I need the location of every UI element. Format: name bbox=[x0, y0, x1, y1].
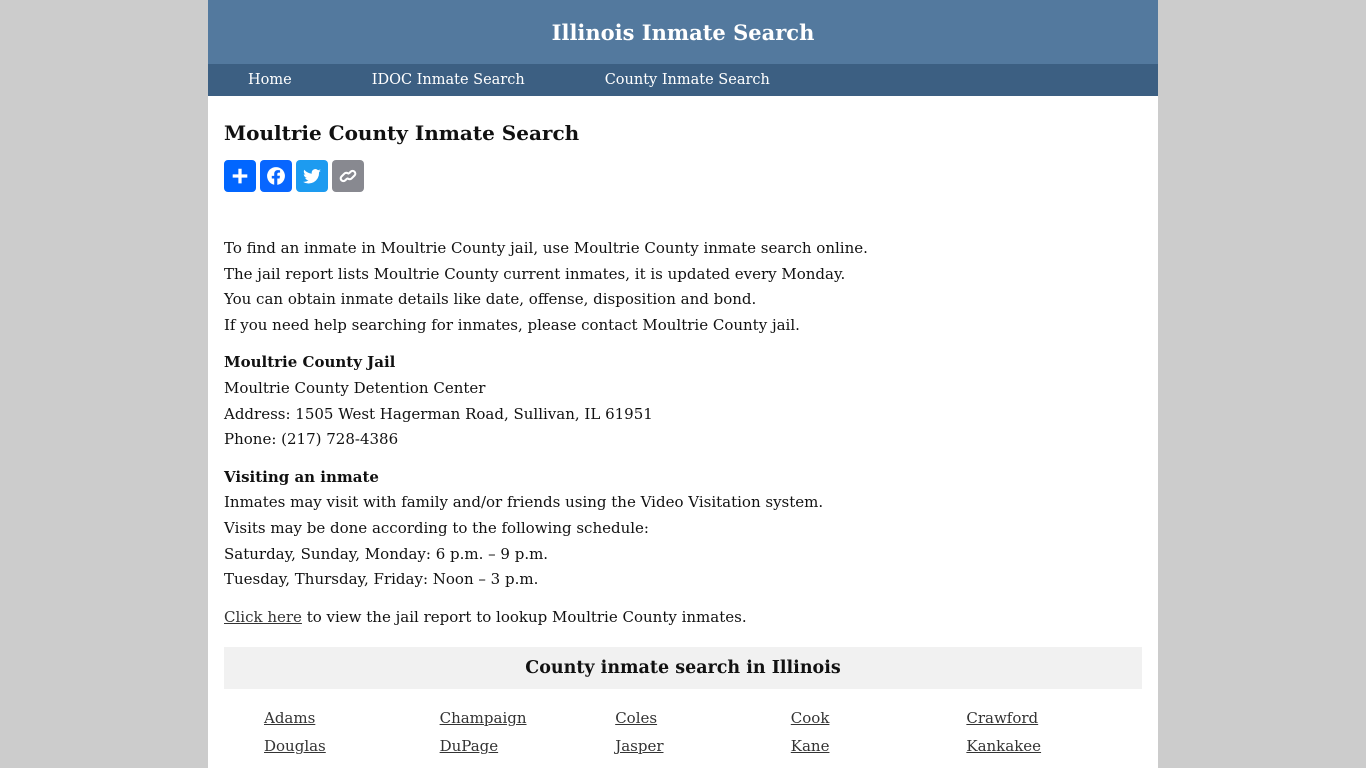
page-container: Illinois Inmate Search Home IDOC Inmate … bbox=[208, 0, 1158, 768]
intro-text: To find an inmate in Moultrie County jai… bbox=[224, 236, 1142, 338]
jail-name: Moultrie County Detention Center bbox=[224, 378, 486, 397]
county-section-header: County inmate search in Illinois bbox=[224, 647, 1142, 690]
intro-line: If you need help searching for inmates, … bbox=[224, 315, 800, 334]
jail-report-cta: Click here to view the jail report to lo… bbox=[224, 605, 1142, 631]
twitter-icon bbox=[303, 169, 321, 184]
site-title[interactable]: Illinois Inmate Search bbox=[552, 20, 815, 45]
jail-info: Moultrie County Jail Moultrie County Det… bbox=[224, 350, 1142, 452]
county-link-champaign[interactable]: Champaign bbox=[440, 706, 616, 732]
visiting-line: Saturday, Sunday, Monday: 6 p.m. – 9 p.m… bbox=[224, 544, 549, 563]
county-section-title: County inmate search in Illinois bbox=[525, 657, 841, 678]
site-header: Illinois Inmate Search bbox=[208, 0, 1158, 64]
intro-line: To find an inmate in Moultrie County jai… bbox=[224, 239, 868, 257]
county-links: Adams Champaign Coles Cook Crawford Doug… bbox=[224, 689, 1142, 760]
visiting-info: Visiting an inmate Inmates may visit wit… bbox=[224, 465, 1142, 593]
jail-phone: Phone: (217) 728-4386 bbox=[224, 430, 399, 449]
main-nav: Home IDOC Inmate Search County Inmate Se… bbox=[208, 64, 1158, 96]
share-buttons bbox=[224, 160, 1142, 192]
plus-icon bbox=[232, 168, 248, 184]
county-link-kane[interactable]: Kane bbox=[791, 734, 967, 760]
county-link-kankakee[interactable]: Kankakee bbox=[966, 734, 1142, 760]
copy-link-button[interactable] bbox=[332, 160, 364, 192]
intro-line: You can obtain inmate details like date,… bbox=[224, 290, 757, 309]
main-content: Moultrie County Inmate Search To find an… bbox=[208, 96, 1158, 760]
jail-heading: Moultrie County Jail bbox=[224, 353, 396, 372]
county-link-adams[interactable]: Adams bbox=[264, 706, 440, 732]
intro-line: The jail report lists Moultrie County cu… bbox=[224, 264, 846, 283]
visiting-line: Visits may be done according to the foll… bbox=[224, 518, 649, 537]
facebook-share-button[interactable] bbox=[260, 160, 292, 192]
click-here-link[interactable]: Click here bbox=[224, 608, 302, 626]
visiting-heading: Visiting an inmate bbox=[224, 467, 379, 486]
county-link-dupage[interactable]: DuPage bbox=[440, 734, 616, 760]
county-link-jasper[interactable]: Jasper bbox=[615, 734, 791, 760]
county-link-cook[interactable]: Cook bbox=[791, 706, 967, 732]
nav-idoc-inmate-search[interactable]: IDOC Inmate Search bbox=[372, 72, 525, 88]
visiting-line: Inmates may visit with family and/or fri… bbox=[224, 493, 824, 512]
jail-address: Address: 1505 West Hagerman Road, Sulliv… bbox=[224, 404, 653, 423]
county-link-crawford[interactable]: Crawford bbox=[966, 706, 1142, 732]
link-icon bbox=[339, 169, 357, 183]
share-button[interactable] bbox=[224, 160, 256, 192]
county-link-coles[interactable]: Coles bbox=[615, 706, 791, 732]
twitter-share-button[interactable] bbox=[296, 160, 328, 192]
nav-home[interactable]: Home bbox=[248, 72, 292, 88]
nav-county-inmate-search[interactable]: County Inmate Search bbox=[605, 72, 770, 88]
visiting-line: Tuesday, Thursday, Friday: Noon – 3 p.m. bbox=[224, 570, 539, 589]
cta-text: to view the jail report to lookup Moultr… bbox=[301, 607, 747, 626]
facebook-icon bbox=[267, 167, 285, 186]
county-link-douglas[interactable]: Douglas bbox=[264, 734, 440, 760]
page-title: Moultrie County Inmate Search bbox=[224, 121, 580, 145]
